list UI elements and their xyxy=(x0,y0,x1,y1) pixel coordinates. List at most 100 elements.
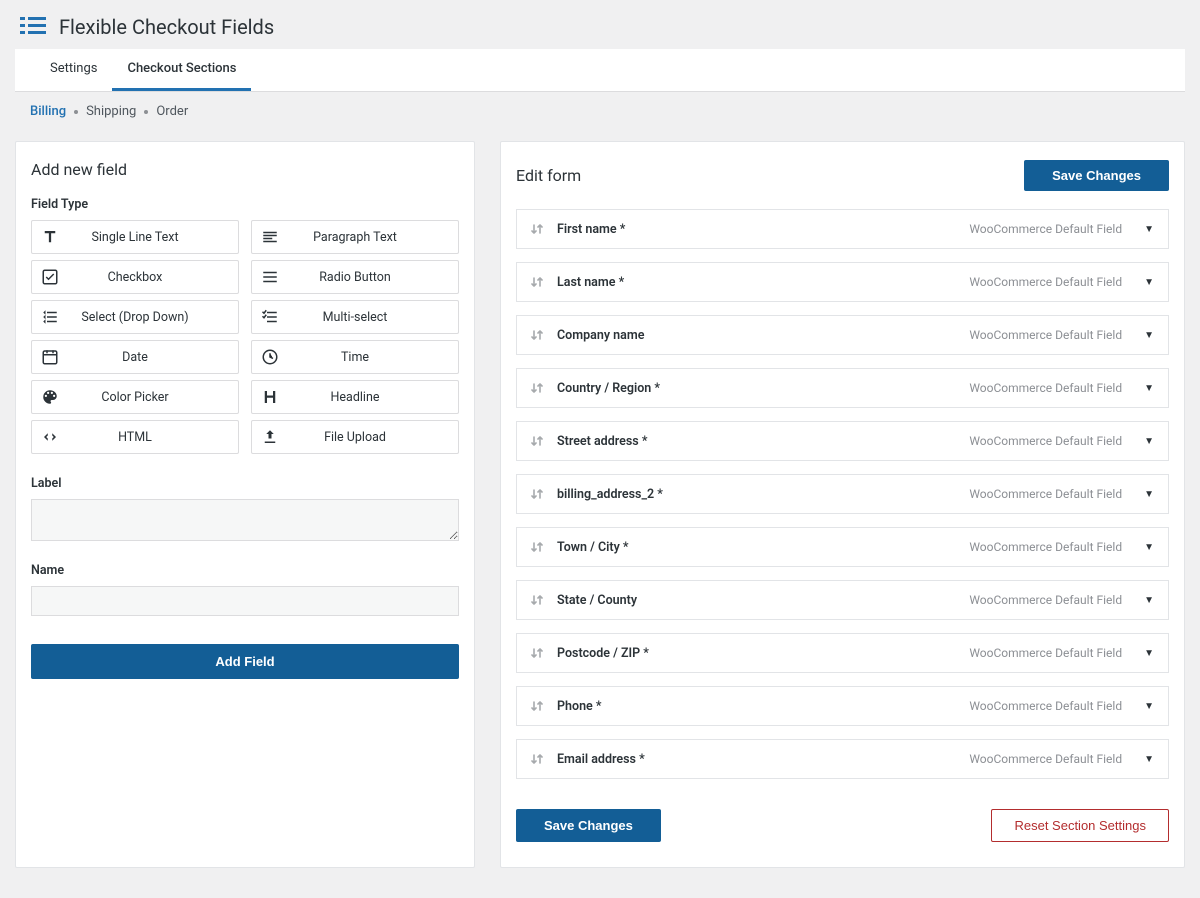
tab-settings[interactable]: Settings xyxy=(35,49,112,91)
upload-icon xyxy=(252,428,288,446)
drag-handle-icon[interactable] xyxy=(531,593,543,607)
type-paragraph[interactable]: Paragraph Text xyxy=(251,220,459,254)
type-color[interactable]: Color Picker xyxy=(31,380,239,414)
save-button-bottom[interactable]: Save Changes xyxy=(516,809,661,842)
subnav-billing[interactable]: Billing xyxy=(30,104,66,119)
label-field-label: Label xyxy=(31,476,459,491)
tab-checkout-sections[interactable]: Checkout Sections xyxy=(112,49,251,91)
radio-icon xyxy=(252,268,288,286)
type-label: Headline xyxy=(288,390,458,405)
drag-handle-icon[interactable] xyxy=(531,540,543,554)
field-row[interactable]: Street address *WooCommerce Default Fiel… xyxy=(516,421,1169,461)
chevron-down-icon[interactable]: ▼ xyxy=(1144,224,1154,235)
edit-form-panel: Edit form Save Changes First name *WooCo… xyxy=(500,141,1185,868)
drag-handle-icon[interactable] xyxy=(531,328,543,342)
chevron-down-icon[interactable]: ▼ xyxy=(1144,542,1154,553)
reset-section-button[interactable]: Reset Section Settings xyxy=(991,809,1169,842)
field-meta: WooCommerce Default Field xyxy=(969,381,1122,395)
multiselect-icon xyxy=(252,308,288,326)
field-meta: WooCommerce Default Field xyxy=(969,752,1122,766)
chevron-down-icon[interactable]: ▼ xyxy=(1144,595,1154,606)
field-meta: WooCommerce Default Field xyxy=(969,540,1122,554)
field-row[interactable]: Postcode / ZIP *WooCommerce Default Fiel… xyxy=(516,633,1169,673)
field-meta: WooCommerce Default Field xyxy=(969,222,1122,236)
save-button-top[interactable]: Save Changes xyxy=(1024,160,1169,191)
type-upload[interactable]: File Upload xyxy=(251,420,459,454)
type-html[interactable]: HTML xyxy=(31,420,239,454)
chevron-down-icon[interactable]: ▼ xyxy=(1144,436,1154,447)
type-time[interactable]: Time xyxy=(251,340,459,374)
chevron-down-icon[interactable]: ▼ xyxy=(1144,701,1154,712)
type-select[interactable]: Select (Drop Down) xyxy=(31,300,239,334)
field-meta: WooCommerce Default Field xyxy=(969,487,1122,501)
type-label: Time xyxy=(288,350,458,365)
type-radio[interactable]: Radio Button xyxy=(251,260,459,294)
field-meta: WooCommerce Default Field xyxy=(969,328,1122,342)
chevron-down-icon[interactable]: ▼ xyxy=(1144,277,1154,288)
footer-actions: Save Changes Reset Section Settings xyxy=(516,809,1169,842)
field-type-label: Field Type xyxy=(31,197,459,212)
drag-handle-icon[interactable] xyxy=(531,487,543,501)
chevron-down-icon[interactable]: ▼ xyxy=(1144,489,1154,500)
field-label: Country / Region * xyxy=(557,381,969,396)
field-label: Company name xyxy=(557,328,969,343)
field-meta: WooCommerce Default Field xyxy=(969,699,1122,713)
type-label: Color Picker xyxy=(68,390,238,405)
field-label: First name * xyxy=(557,222,969,237)
field-meta: WooCommerce Default Field xyxy=(969,646,1122,660)
subnav-shipping[interactable]: Shipping xyxy=(86,104,136,119)
field-type-grid: Single Line Text Paragraph Text Checkbox Ra… xyxy=(31,220,459,454)
field-row[interactable]: First name *WooCommerce Default Field ▼ xyxy=(516,209,1169,249)
type-label: Single Line Text xyxy=(68,230,238,245)
field-row[interactable]: Country / Region *WooCommerce Default Fi… xyxy=(516,368,1169,408)
app-logo-icon xyxy=(20,15,44,39)
type-label: Radio Button xyxy=(288,270,458,285)
field-label: billing_address_2 * xyxy=(557,487,969,502)
field-meta: WooCommerce Default Field xyxy=(969,275,1122,289)
name-input[interactable] xyxy=(31,586,459,616)
drag-handle-icon[interactable] xyxy=(531,222,543,236)
html-icon xyxy=(32,428,68,446)
type-label: Checkbox xyxy=(68,270,238,285)
subnav-separator xyxy=(144,110,148,114)
field-row[interactable]: Company nameWooCommerce Default Field ▼ xyxy=(516,315,1169,355)
time-icon xyxy=(252,348,288,366)
label-input[interactable] xyxy=(31,499,459,541)
field-row[interactable]: billing_address_2 *WooCommerce Default F… xyxy=(516,474,1169,514)
drag-handle-icon[interactable] xyxy=(531,381,543,395)
add-field-button[interactable]: Add Field xyxy=(31,644,459,679)
drag-handle-icon[interactable] xyxy=(531,434,543,448)
subnav-separator xyxy=(74,110,78,114)
name-field-label: Name xyxy=(31,563,459,578)
tab-bar: Settings Checkout Sections xyxy=(15,49,1185,92)
field-label: State / County xyxy=(557,593,969,608)
type-date[interactable]: Date xyxy=(31,340,239,374)
chevron-down-icon[interactable]: ▼ xyxy=(1144,754,1154,765)
field-meta: WooCommerce Default Field xyxy=(969,593,1122,607)
type-text[interactable]: Single Line Text xyxy=(31,220,239,254)
subnav-order[interactable]: Order xyxy=(156,104,188,119)
type-label: Select (Drop Down) xyxy=(68,310,238,325)
type-multiselect[interactable]: Multi-select xyxy=(251,300,459,334)
type-checkbox[interactable]: Checkbox xyxy=(31,260,239,294)
chevron-down-icon[interactable]: ▼ xyxy=(1144,330,1154,341)
type-label: File Upload xyxy=(288,430,458,445)
field-meta: WooCommerce Default Field xyxy=(969,434,1122,448)
drag-handle-icon[interactable] xyxy=(531,699,543,713)
field-label: Last name * xyxy=(557,275,969,290)
checkbox-icon xyxy=(32,268,68,286)
field-row[interactable]: Email address *WooCommerce Default Field… xyxy=(516,739,1169,779)
drag-handle-icon[interactable] xyxy=(531,752,543,766)
type-headline[interactable]: Headline xyxy=(251,380,459,414)
drag-handle-icon[interactable] xyxy=(531,275,543,289)
type-label: Multi-select xyxy=(288,310,458,325)
field-row[interactable]: Town / City *WooCommerce Default Field▼ xyxy=(516,527,1169,567)
field-row[interactable]: Phone *WooCommerce Default Field▼ xyxy=(516,686,1169,726)
chevron-down-icon[interactable]: ▼ xyxy=(1144,383,1154,394)
field-row[interactable]: Last name *WooCommerce Default Field ▼ xyxy=(516,262,1169,302)
field-row[interactable]: State / CountyWooCommerce Default Field ▼ xyxy=(516,580,1169,620)
chevron-down-icon[interactable]: ▼ xyxy=(1144,648,1154,659)
drag-handle-icon[interactable] xyxy=(531,646,543,660)
page-root: Flexible Checkout Fields Settings Checko… xyxy=(0,0,1200,898)
paragraph-icon xyxy=(252,228,288,246)
